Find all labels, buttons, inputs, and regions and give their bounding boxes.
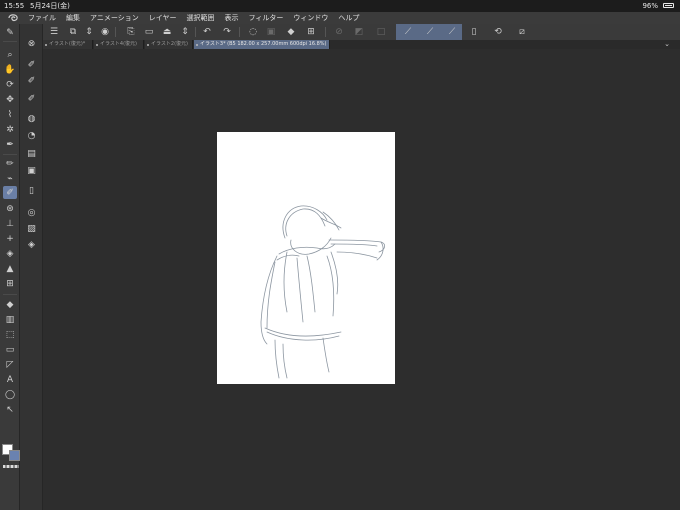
tab-dot-icon	[96, 43, 98, 46]
status-date: 5月24日(金)	[30, 2, 70, 10]
g-pen-icon[interactable]: ✐	[25, 75, 38, 87]
device-icon[interactable]: ▯	[468, 26, 480, 38]
status-time: 15:55	[4, 2, 25, 10]
status-bar: 15:55 5月24日(金) 96%	[0, 0, 680, 12]
undo-icon[interactable]: ↶	[201, 26, 213, 38]
airbrush-icon[interactable]: ⊛	[3, 202, 17, 215]
marker-icon[interactable]: ⌁	[3, 172, 17, 185]
tab-label: イラスト3* (B5 182.00 x 257.00mm 600dpi 16.8…	[200, 41, 327, 47]
menu-animation[interactable]: アニメーション	[90, 12, 139, 24]
clear-outside-icon[interactable]: ◩	[353, 26, 365, 38]
tab-dot-icon	[196, 43, 198, 46]
menu-view[interactable]: 表示	[225, 12, 239, 24]
stabilize-smooth-icon[interactable]: ⟋	[446, 26, 458, 38]
lasso-select-icon[interactable]: ◌	[247, 26, 259, 38]
fill-bucket-icon[interactable]: ◆	[3, 298, 17, 311]
tab-document-active[interactable]: イラスト3* (B5 182.00 x 257.00mm 600dpi 16.8…	[194, 40, 330, 49]
menu-items: ファイル 編集 アニメーション レイヤー 選択範囲 表示 フィルター ウィンドウ…	[28, 12, 369, 24]
layer-mask-icon[interactable]: ▣	[25, 165, 38, 177]
tab-document-1[interactable]: イラスト(復元)*	[43, 40, 93, 49]
pen-settings-icon[interactable]: ◍	[25, 113, 38, 125]
tab-label: イラスト4(復元)	[100, 41, 137, 47]
gradient-icon[interactable]: ▥	[3, 313, 17, 326]
tab-document-2[interactable]: イラスト4(復元)	[94, 40, 144, 49]
brush-active-icon[interactable]: ✐	[3, 186, 17, 199]
text-icon[interactable]: A	[3, 373, 17, 386]
flip-canvas-icon[interactable]: ⧄	[516, 26, 528, 38]
folder-icon[interactable]: ▯	[25, 185, 38, 197]
menu-selection[interactable]: 選択範囲	[187, 12, 215, 24]
clear-icon[interactable]: ⊘	[333, 26, 345, 38]
dip-pen-icon[interactable]: ✐	[25, 59, 38, 71]
menu-window[interactable]: ウィンドウ	[293, 12, 328, 24]
tab-dot-icon	[147, 43, 149, 46]
frame-icon[interactable]: ⊞	[3, 277, 17, 290]
image-icon[interactable]: ▨	[25, 223, 38, 235]
layers-stack-icon[interactable]: ◈	[25, 239, 38, 251]
tab-label: イラスト(復元)*	[49, 41, 86, 47]
close-icon[interactable]: ⊗	[25, 38, 38, 50]
crop-icon[interactable]: □	[375, 26, 387, 38]
stabilize-line-icon[interactable]: ⟋	[402, 26, 414, 38]
deselect-icon[interactable]: ▣	[265, 26, 277, 38]
pen-icon[interactable]: ✒	[3, 138, 17, 151]
menu-file[interactable]: ファイル	[28, 12, 56, 24]
tab-document-3[interactable]: イラスト2(復元)	[145, 40, 193, 49]
tab-label: イラスト2(復元)	[151, 41, 188, 47]
hamburger-menu-icon[interactable]: ☰	[48, 26, 60, 38]
new-document-icon[interactable]: ⎘	[125, 26, 137, 38]
eyedropper-icon[interactable]: ⌇	[3, 108, 17, 121]
save-arrows-icon[interactable]: ⇕	[179, 26, 191, 38]
hand-icon[interactable]: ✋	[3, 63, 17, 76]
ruler-icon[interactable]: ▭	[3, 343, 17, 356]
eraser-icon[interactable]: ◈	[3, 247, 17, 260]
open-folder-icon[interactable]: ▭	[143, 26, 155, 38]
balloon-icon[interactable]: ◯	[3, 388, 17, 401]
move-icon[interactable]: ✥	[3, 93, 17, 106]
pencil-icon[interactable]: ✏	[3, 157, 17, 170]
stabilize-curve-icon[interactable]: ⟋	[424, 26, 436, 38]
rotate-icon[interactable]: ⟳	[3, 78, 17, 91]
main-tool-palette: ✎ ⌕ ✋ ⟳ ✥ ⌇ ✲ ✒ ✏ ⌁ ✐ ⊛ ⊥ + ◈ ▲ ⊞ ◆ ▥ ⬚ …	[0, 24, 20, 510]
document-tab-bar: イラスト(復元)* イラスト4(復元) イラスト2(復元) イラスト3* (B5…	[43, 40, 680, 49]
select-lasso-icon[interactable]: ✲	[3, 123, 17, 136]
new-canvas-icon[interactable]: ⧉	[67, 26, 79, 38]
transform-icon[interactable]: ⊞	[305, 26, 317, 38]
brush-icon[interactable]: ✎	[3, 26, 17, 39]
sub-tool-palette: ⊗ ✐ ✐ ✐ ◍ ◔ ▤ ▣ ▯ ◎ ▨ ◈	[20, 24, 43, 510]
transparent-color-swatch[interactable]	[3, 465, 19, 468]
sub-color-swatch[interactable]	[9, 450, 20, 461]
menu-layer[interactable]: レイヤー	[149, 12, 177, 24]
menu-help[interactable]: ヘルプ	[338, 12, 359, 24]
menu-edit[interactable]: 編集	[66, 12, 80, 24]
blend-icon[interactable]: +	[3, 232, 17, 245]
sketch-figure	[260, 205, 385, 379]
command-bar: ☰ ⧉ ⇕ ◉ ⎘ ▭ ⏏ ⇕ ↶ ↷ ◌ ▣ ◆ ⊞ ⊘ ◩ □ ⟋ ⟋ ⟋ …	[43, 24, 680, 41]
menu-filter[interactable]: フィルター	[249, 12, 284, 24]
canvas-view-icon[interactable]: ◉	[99, 26, 111, 38]
menu-bar: ファイル 編集 アニメーション レイヤー 選択範囲 表示 フィルター ウィンドウ…	[0, 12, 680, 24]
save-icon[interactable]: ⏏	[161, 26, 173, 38]
water-icon[interactable]: ◔	[25, 130, 38, 142]
material-icon[interactable]: ◎	[25, 207, 38, 219]
up-down-arrows-icon[interactable]: ⇕	[83, 26, 95, 38]
layer-icon[interactable]: ▤	[25, 148, 38, 160]
rotate-canvas-icon[interactable]: ⟲	[492, 26, 504, 38]
app-logo-icon[interactable]	[6, 12, 20, 24]
redo-icon[interactable]: ↷	[221, 26, 233, 38]
drawing-canvas[interactable]	[217, 132, 395, 384]
correction-icon[interactable]: ↖	[3, 403, 17, 416]
fill-icon[interactable]: ▲	[3, 262, 17, 275]
battery-icon	[663, 3, 674, 8]
chevron-down-icon[interactable]: ⌄	[664, 40, 670, 49]
fill-selection-icon[interactable]: ◆	[285, 26, 297, 38]
status-battery-percent: 96%	[642, 2, 658, 10]
zoom-icon[interactable]: ⌕	[3, 48, 17, 61]
tab-dot-icon	[45, 43, 47, 46]
figure-icon[interactable]: ◸	[3, 358, 17, 371]
round-pen-icon[interactable]: ✐	[25, 93, 38, 105]
stamp-icon[interactable]: ⊥	[3, 217, 17, 230]
shape-icon[interactable]: ⬚	[3, 328, 17, 341]
